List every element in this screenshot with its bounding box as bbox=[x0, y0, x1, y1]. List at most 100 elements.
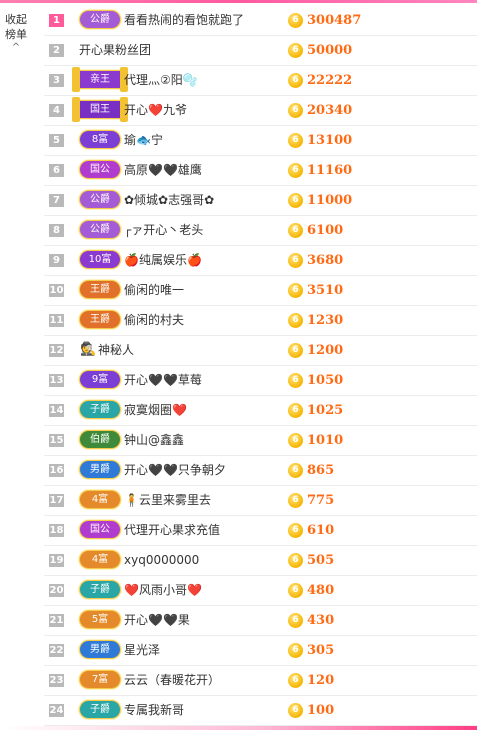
contribution-amount: 3510 bbox=[307, 283, 344, 298]
contribution-amount: 430 bbox=[307, 613, 335, 628]
ranking-row[interactable]: 8 公爵 ┌ァ开心丶老头 6 6100 bbox=[44, 216, 477, 246]
user-name[interactable]: 寂寞烟圈❤️ bbox=[124, 396, 187, 425]
user-name[interactable]: ✿倾城✿志强哥✿ bbox=[124, 186, 214, 215]
rank-badge-label: 男爵 bbox=[90, 644, 110, 655]
ranking-row[interactable]: 13 9富 开心🖤🖤草莓 6 1050 bbox=[44, 366, 477, 396]
rank-badge-label: 亲王 bbox=[90, 74, 110, 85]
ranking-row[interactable]: 24 子爵 专属我新哥 6 100 bbox=[44, 696, 477, 726]
ranking-row[interactable]: 12 🕵 神秘人 6 1200 bbox=[44, 336, 477, 366]
coin-icon: 6 bbox=[288, 253, 303, 268]
collapse-label-line2: 榜单 bbox=[5, 28, 27, 41]
user-name[interactable]: 🍎纯属娱乐🍎 bbox=[124, 246, 202, 275]
rank-badge-label: 国王 bbox=[90, 104, 110, 115]
user-name[interactable]: 偷闲的村夫 bbox=[124, 306, 184, 335]
contribution-amount: 610 bbox=[307, 523, 335, 538]
rank-badge-label: 5富 bbox=[91, 614, 109, 625]
coin-icon: 6 bbox=[288, 193, 303, 208]
user-name[interactable]: 代理灬②阳🫧 bbox=[124, 66, 198, 95]
rank-badge-label: 子爵 bbox=[90, 584, 110, 595]
user-name[interactable]: 开心🖤🖤只争朝夕 bbox=[124, 456, 226, 485]
ranking-row[interactable]: 23 7富 云云（春暖花开） 6 120 bbox=[44, 666, 477, 696]
user-name[interactable]: 看看热闹的看饱就跑了 bbox=[124, 6, 244, 35]
rank-number: 24 bbox=[49, 704, 64, 717]
ranking-row[interactable]: 22 男爵 星光泽 6 305 bbox=[44, 636, 477, 666]
rank-badge-label: 公爵 bbox=[90, 224, 110, 235]
user-name[interactable]: ❤️风雨小哥❤️ bbox=[124, 576, 202, 605]
ranking-row[interactable]: 17 4富 🧍云里来雾里去 6 775 bbox=[44, 486, 477, 516]
rank-badge-label: 4富 bbox=[91, 554, 109, 565]
ranking-row[interactable]: 5 8富 瑜🐟宁 6 13100 bbox=[44, 126, 477, 156]
ranking-row[interactable]: 10 王爵 偷闲的唯一 6 3510 bbox=[44, 276, 477, 306]
coin-icon: 6 bbox=[288, 133, 303, 148]
rank-number: 7 bbox=[49, 194, 64, 207]
user-name[interactable]: 神秘人 bbox=[98, 336, 134, 365]
user-name[interactable]: 云云（春暖花开） bbox=[124, 666, 220, 695]
rank-badge-label: 7富 bbox=[91, 674, 109, 685]
user-name[interactable]: 开心果粉丝团 bbox=[79, 36, 151, 65]
coin-icon: 6 bbox=[288, 223, 303, 238]
contribution-amount: 1230 bbox=[307, 313, 344, 328]
contribution-amount: 120 bbox=[307, 673, 335, 688]
user-name[interactable]: 瑜🐟宁 bbox=[124, 126, 163, 155]
coin-icon: 6 bbox=[288, 43, 303, 58]
user-name[interactable]: ┌ァ开心丶老头 bbox=[124, 216, 203, 245]
rank-badge: 男爵 bbox=[80, 461, 120, 478]
rank-number: 17 bbox=[49, 494, 64, 507]
user-name[interactable]: 星光泽 bbox=[124, 636, 160, 665]
rank-badge-label: 公爵 bbox=[90, 194, 110, 205]
ranking-row[interactable]: 19 4富 xyq0000000 6 505 bbox=[44, 546, 477, 576]
ranking-row[interactable]: 18 国公 代理开心果求充值 6 610 bbox=[44, 516, 477, 546]
contribution-amount: 300487 bbox=[307, 13, 362, 28]
contribution-amount: 3680 bbox=[307, 253, 344, 268]
rank-number: 15 bbox=[49, 434, 64, 447]
rank-number: 14 bbox=[49, 404, 64, 417]
user-name[interactable]: 🧍云里来雾里去 bbox=[124, 486, 211, 515]
ranking-row[interactable]: 15 伯爵 钟山@鑫鑫 6 1010 bbox=[44, 426, 477, 456]
user-name[interactable]: 高原🖤🖤雄鹰 bbox=[124, 156, 202, 185]
coin-icon: 6 bbox=[288, 673, 303, 688]
ranking-row[interactable]: 14 子爵 寂寞烟圈❤️ 6 1025 bbox=[44, 396, 477, 426]
contribution-amount: 11000 bbox=[307, 193, 353, 208]
rank-badge: 男爵 bbox=[80, 641, 120, 658]
user-name[interactable]: 开心❤️九爷 bbox=[124, 96, 187, 125]
ranking-row[interactable]: 21 5富 开心🖤🖤果 6 430 bbox=[44, 606, 477, 636]
user-name[interactable]: 专属我新哥 bbox=[124, 696, 184, 725]
contribution-amount: 305 bbox=[307, 643, 335, 658]
ranking-row[interactable]: 3 亲王 代理灬②阳🫧 6 22222 bbox=[44, 66, 477, 96]
rank-number: 4 bbox=[49, 104, 64, 117]
rank-badge: 5富 bbox=[80, 611, 120, 628]
user-name[interactable]: 代理开心果求充值 bbox=[124, 516, 220, 545]
rank-badge-label: 国公 bbox=[90, 524, 110, 535]
ranking-row[interactable]: 9 10富 🍎纯属娱乐🍎 6 3680 bbox=[44, 246, 477, 276]
contribution-amount: 480 bbox=[307, 583, 335, 598]
ranking-row[interactable]: 11 王爵 偷闲的村夫 6 1230 bbox=[44, 306, 477, 336]
user-name[interactable]: xyq0000000 bbox=[124, 546, 199, 575]
rank-badge: 子爵 bbox=[80, 401, 120, 418]
rank-badge: 4富 bbox=[80, 491, 120, 508]
user-name[interactable]: 开心🖤🖤果 bbox=[124, 606, 190, 635]
rank-badge: 国公 bbox=[80, 161, 120, 178]
ranking-row[interactable]: 6 国公 高原🖤🖤雄鹰 6 11160 bbox=[44, 156, 477, 186]
rank-number: 1 bbox=[49, 14, 64, 27]
ranking-row[interactable]: 7 公爵 ✿倾城✿志强哥✿ 6 11000 bbox=[44, 186, 477, 216]
rank-badge: 子爵 bbox=[80, 581, 120, 598]
contribution-amount: 1200 bbox=[307, 343, 344, 358]
user-name[interactable]: 开心🖤🖤草莓 bbox=[124, 366, 202, 395]
ranking-row[interactable]: 1 公爵 看看热闹的看饱就跑了 6 300487 bbox=[44, 6, 477, 36]
rank-number: 8 bbox=[49, 224, 64, 237]
rank-badge-label: 男爵 bbox=[90, 464, 110, 475]
contribution-amount: 13100 bbox=[307, 133, 353, 148]
rank-badge: 10富 bbox=[80, 251, 120, 268]
user-name[interactable]: 钟山@鑫鑫 bbox=[124, 426, 184, 455]
ranking-row[interactable]: 16 男爵 开心🖤🖤只争朝夕 6 865 bbox=[44, 456, 477, 486]
contribution-amount: 505 bbox=[307, 553, 335, 568]
user-name[interactable]: 偷闲的唯一 bbox=[124, 276, 184, 305]
collapse-ranking-button[interactable]: 收起 榜单 ^ bbox=[0, 12, 32, 53]
rank-badge: 8富 bbox=[80, 131, 120, 148]
ranking-row[interactable]: 2 开心果粉丝团 6 50000 bbox=[44, 36, 477, 66]
ranking-row[interactable]: 4 国王 开心❤️九爷 6 20340 bbox=[44, 96, 477, 126]
mystery-person-icon: 🕵 bbox=[80, 342, 97, 357]
ranking-row[interactable]: 20 子爵 ❤️风雨小哥❤️ 6 480 bbox=[44, 576, 477, 606]
rank-badge-label: 王爵 bbox=[90, 314, 110, 325]
rank-number: 11 bbox=[49, 314, 64, 327]
